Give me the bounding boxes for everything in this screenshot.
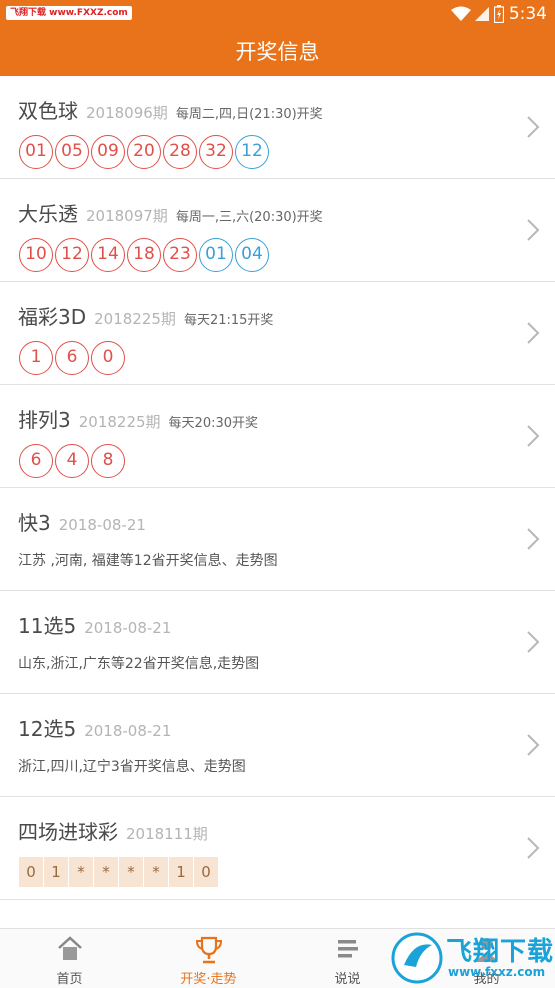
- page-title: 开奖信息: [0, 28, 555, 76]
- issue-number: 2018225期: [78, 413, 161, 431]
- lottery-row-pailie3[interactable]: 排列3 2018225期 每天20:30开奖 6 4 8: [0, 385, 555, 488]
- draw-schedule: 每周一,三,六(20:30)开奖: [175, 210, 323, 225]
- ball-set: 10 12 14 18 23 01 04: [19, 238, 271, 272]
- red-ball: 6: [19, 444, 53, 478]
- lottery-row-sichangjinqiu[interactable]: 四场进球彩 2018111期 0 1 * * * * 1 0: [0, 797, 555, 900]
- tab-draw-trend[interactable]: 开奖·走势: [139, 929, 278, 988]
- home-icon: [57, 936, 82, 960]
- watermark-title: 飞翔下载: [446, 937, 555, 967]
- issue-date: 2018-08-21: [84, 722, 172, 740]
- status-bar: 飞翔下载 www.FXXZ.com 5:34: [0, 0, 555, 28]
- red-ball: 4: [55, 444, 89, 478]
- ball-set: 01 05 09 20 28 32 12: [19, 135, 271, 169]
- lottery-row-partial[interactable]: [0, 900, 555, 928]
- tab-home[interactable]: 首页: [0, 929, 139, 988]
- lottery-row-daletou[interactable]: 大乐透 2018097期 每周一,三,六(20:30)开奖 10 12 14 18 …: [0, 179, 555, 282]
- red-ball: 23: [163, 238, 197, 272]
- list-icon: [337, 940, 358, 958]
- lottery-name: 四场进球彩: [18, 820, 118, 844]
- lottery-name: 福彩3D: [18, 305, 87, 329]
- watermark-badge: 飞翔下载 www.FXXZ.com: [6, 6, 132, 20]
- battery-icon: [494, 5, 504, 23]
- signal-icon: [475, 7, 489, 21]
- red-ball: 09: [91, 135, 125, 169]
- chevron-right-icon: [527, 631, 540, 653]
- lottery-row-11xuan5[interactable]: 11选5 2018-08-21 山东,浙江,广东等22省开奖信息,走势图: [0, 591, 555, 694]
- issue-number: 2018225期: [94, 310, 176, 328]
- watermark-url: www.fxxz.com: [448, 965, 546, 979]
- issue-number: 2018097期: [86, 207, 168, 225]
- result-cells: 0 1 * * * * 1 0: [19, 857, 219, 887]
- result-cell: *: [94, 857, 118, 887]
- lottery-name: 快3: [18, 511, 51, 535]
- chevron-right-icon: [527, 837, 540, 859]
- lottery-name: 12选5: [18, 717, 77, 741]
- ball-set: 6 4 8: [19, 444, 127, 478]
- watermark-logo-icon: [391, 932, 443, 984]
- lottery-name: 双色球: [18, 99, 78, 123]
- draw-schedule: 每天21:15开奖: [183, 313, 274, 328]
- issue-date: 2018-08-21: [84, 619, 172, 637]
- chevron-right-icon: [527, 528, 540, 550]
- issue-number: 2018111期: [126, 825, 208, 843]
- red-ball: 32: [199, 135, 233, 169]
- red-ball: 18: [127, 238, 161, 272]
- lottery-row-fucai3d[interactable]: 福彩3D 2018225期 每天21:15开奖 1 6 0: [0, 282, 555, 385]
- result-cell: *: [144, 857, 168, 887]
- clock: 5:34: [508, 4, 547, 24]
- draw-schedule: 每天20:30开奖: [168, 416, 259, 431]
- red-ball: 12: [55, 238, 89, 272]
- red-ball: 01: [19, 135, 53, 169]
- chevron-right-icon: [527, 219, 540, 241]
- red-ball: 10: [19, 238, 53, 272]
- red-ball: 1: [19, 341, 53, 375]
- tab-label: 开奖·走势: [180, 972, 237, 987]
- issue-number: 2018096期: [86, 104, 168, 122]
- wifi-icon: [451, 6, 471, 21]
- chevron-right-icon: [527, 734, 540, 756]
- lottery-name: 大乐透: [18, 202, 78, 226]
- red-ball: 8: [91, 444, 125, 478]
- blue-ball: 12: [235, 135, 269, 169]
- lottery-row-kuai3[interactable]: 快3 2018-08-21 江苏 ,河南, 福建等12省开奖信息、走势图: [0, 488, 555, 591]
- lottery-description: 浙江,四川,辽宁3省开奖信息、走势图: [18, 759, 246, 775]
- chevron-right-icon: [527, 322, 540, 344]
- chevron-right-icon: [527, 425, 540, 447]
- trophy-icon: [195, 936, 222, 964]
- red-ball: 14: [91, 238, 125, 272]
- lottery-description: 江苏 ,河南, 福建等12省开奖信息、走势图: [18, 553, 278, 569]
- red-ball: 28: [163, 135, 197, 169]
- lottery-description: 山东,浙江,广东等22省开奖信息,走势图: [18, 656, 260, 672]
- draw-schedule: 每周二,四,日(21:30)开奖: [175, 107, 323, 122]
- blue-ball: 01: [199, 238, 233, 272]
- blue-ball: 04: [235, 238, 269, 272]
- result-cell: *: [69, 857, 93, 887]
- result-cell: 1: [169, 857, 193, 887]
- ball-set: 1 6 0: [19, 341, 127, 375]
- issue-date: 2018-08-21: [58, 516, 146, 534]
- red-ball: 05: [55, 135, 89, 169]
- lottery-name: 排列3: [18, 408, 71, 432]
- result-cell: 0: [19, 857, 43, 887]
- red-ball: 20: [127, 135, 161, 169]
- lottery-row-12xuan5[interactable]: 12选5 2018-08-21 浙江,四川,辽宁3省开奖信息、走势图: [0, 694, 555, 797]
- red-ball: 6: [55, 341, 89, 375]
- lottery-row-shuangseqiu[interactable]: 双色球 2018096期 每周二,四,日(21:30)开奖 01 05 09 20 …: [0, 76, 555, 179]
- chevron-right-icon: [527, 116, 540, 138]
- lottery-name: 11选5: [18, 614, 77, 638]
- tab-label: 首页: [56, 972, 83, 987]
- red-ball: 0: [91, 341, 125, 375]
- result-cell: 1: [44, 857, 68, 887]
- lottery-list[interactable]: 双色球 2018096期 每周二,四,日(21:30)开奖 01 05 09 20 …: [0, 76, 555, 928]
- site-watermark: 飞翔下载 www.fxxz.com: [388, 929, 553, 987]
- result-cell: *: [119, 857, 143, 887]
- result-cell: 0: [194, 857, 218, 887]
